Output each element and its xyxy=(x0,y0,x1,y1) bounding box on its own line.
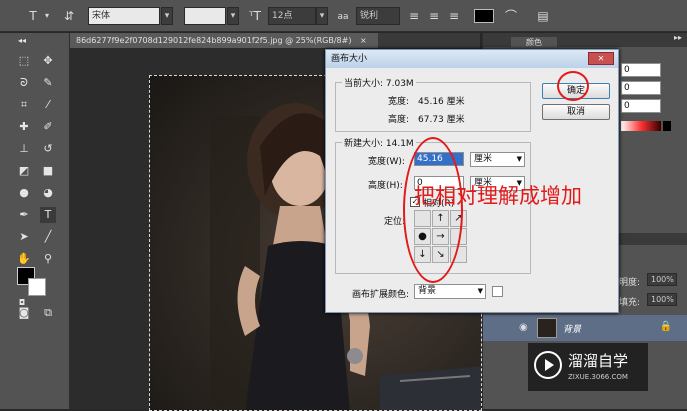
brush-tool-icon[interactable]: ✐ xyxy=(40,119,56,135)
ok-button-highlight-circle xyxy=(557,71,589,101)
font-family-dropdown-icon[interactable]: ▾ xyxy=(161,7,173,25)
extension-color-label: 画布扩展颜色: xyxy=(352,290,410,300)
tools-panel: ◂◂ ⬚ ✥ ᘐ ✎ ⌗ ⁄ ✚ ✐ ⊥ ↺ ◩ ■ ● ◕ ✒ T ➤ ╱ ✋… xyxy=(0,33,70,409)
layer-row-background[interactable]: ◉ 背景 🔒 xyxy=(483,315,687,341)
quick-mask-icon[interactable]: ◙ xyxy=(16,305,32,321)
text-color-swatch[interactable] xyxy=(474,9,494,23)
layer-lock-icon: 🔒 xyxy=(659,321,672,332)
history-brush-tool-icon[interactable]: ↺ xyxy=(40,141,56,157)
extension-color-swatch[interactable] xyxy=(492,286,503,297)
horizontal-type-tool-icon[interactable]: T xyxy=(40,207,56,223)
color-value-r[interactable]: 0 xyxy=(621,63,661,77)
watermark-logo-icon xyxy=(534,351,562,379)
opacity-label: 明度: xyxy=(619,278,641,288)
zoom-tool-icon[interactable]: ⚲ xyxy=(40,251,56,267)
collapse-toolbar-icon[interactable]: ◂◂ xyxy=(14,33,30,49)
anti-alias-icon: aa xyxy=(337,12,349,22)
tool-preset-arrow-icon[interactable]: ▾ xyxy=(42,9,52,23)
orientation-toggle-icon[interactable]: ⇵ xyxy=(62,9,76,23)
screen-mode-icon[interactable]: ⧉ xyxy=(40,305,56,321)
document-tab-title: 86d6277f9e2f0708d129012fe824b899a901f2f5… xyxy=(76,36,352,45)
eyedropper-tool-icon[interactable]: ⁄ xyxy=(40,97,56,113)
extension-color-select[interactable]: 背景 ▼ xyxy=(414,284,486,299)
height-label: 高度(H): xyxy=(368,181,403,191)
background-color-swatch[interactable] xyxy=(28,278,46,296)
layer-visibility-icon[interactable]: ◉ xyxy=(519,322,528,333)
color-value-g[interactable]: 0 xyxy=(621,81,661,95)
blur-tool-icon[interactable]: ● xyxy=(16,185,32,201)
current-width-value: 45.16 厘米 xyxy=(418,97,465,107)
dialog-close-button[interactable]: ✕ xyxy=(588,52,614,65)
quick-select-tool-icon[interactable]: ✎ xyxy=(40,75,56,91)
crop-tool-icon[interactable]: ⌗ xyxy=(16,97,32,113)
align-center-icon[interactable]: ≡ xyxy=(428,9,440,23)
watermark-url: ZIXUE.3066.COM xyxy=(568,373,628,381)
opacity-field[interactable]: 100% xyxy=(647,273,677,286)
collapse-panels-icon[interactable]: ▸▸ xyxy=(674,33,682,42)
font-family-select[interactable]: 宋体 xyxy=(88,7,160,25)
healing-brush-tool-icon[interactable]: ✚ xyxy=(16,119,32,135)
dialog-title: 画布大小 xyxy=(331,54,368,64)
move-tool-icon[interactable]: ✥ xyxy=(40,53,56,69)
fill-field[interactable]: 100% xyxy=(647,293,677,306)
current-width-label: 宽度: xyxy=(388,97,410,107)
dialog-title-bar: 画布大小 ✕ xyxy=(326,50,618,68)
layer-name: 背景 xyxy=(563,325,582,335)
align-left-icon[interactable]: ≡ xyxy=(408,9,420,23)
font-style-dropdown-icon[interactable]: ▾ xyxy=(227,7,239,25)
character-panel-icon[interactable]: ▤ xyxy=(536,9,550,23)
type-tool-icon[interactable]: T xyxy=(26,9,40,23)
fill-label: 填充: xyxy=(619,298,641,308)
pen-tool-icon[interactable]: ✒ xyxy=(16,207,32,223)
document-tab[interactable]: 86d6277f9e2f0708d129012fe824b899a901f2f5… xyxy=(70,33,378,48)
font-style-select[interactable] xyxy=(184,7,226,25)
color-value-b[interactable]: 0 xyxy=(621,99,661,113)
anti-alias-select[interactable]: 锐利 xyxy=(356,7,400,25)
current-height-value: 67.73 厘米 xyxy=(418,115,465,125)
color-ramp-black[interactable] xyxy=(663,121,671,131)
width-unit-select[interactable]: 厘米 ▼ xyxy=(470,152,525,167)
cancel-button[interactable]: 取消 xyxy=(542,104,610,120)
annotation-text: 把相对理解成增加 xyxy=(414,184,582,208)
color-panel-tab[interactable]: 颜色 xyxy=(511,37,557,49)
eraser-tool-icon[interactable]: ◩ xyxy=(16,163,32,179)
document-tab-strip: 86d6277f9e2f0708d129012fe824b899a901f2f5… xyxy=(70,33,480,48)
width-label: 宽度(W): xyxy=(368,157,405,167)
align-right-icon[interactable]: ≡ xyxy=(448,9,460,23)
hand-tool-icon[interactable]: ✋ xyxy=(16,251,32,267)
lasso-tool-icon[interactable]: ᘐ xyxy=(16,75,32,91)
options-bar: T ▾ ⇵ 宋体 ▾ ▾ ᵀT 12点 ▾ aa 锐利 ≡ ≡ ≡ ⌒ ▤ xyxy=(0,0,687,32)
font-size-dropdown-icon[interactable]: ▾ xyxy=(316,7,328,25)
document-tab-close-icon[interactable]: × xyxy=(360,36,367,45)
current-height-label: 高度: xyxy=(388,115,410,125)
color-ramp[interactable] xyxy=(621,121,661,131)
layer-thumbnail xyxy=(537,318,557,338)
font-size-icon: ᵀT xyxy=(249,9,261,23)
new-size-label: 新建大小: 14.1M xyxy=(342,136,416,149)
line-tool-icon[interactable]: ╱ xyxy=(40,229,56,245)
dodge-tool-icon[interactable]: ◕ xyxy=(40,185,56,201)
path-selection-tool-icon[interactable]: ➤ xyxy=(16,229,32,245)
watermark: 溜溜自学 ZIXUE.3066.COM xyxy=(528,343,648,391)
clone-stamp-tool-icon[interactable]: ⊥ xyxy=(16,141,32,157)
font-size-select[interactable]: 12点 xyxy=(268,7,316,25)
current-size-label: 当前大小: 7.03M xyxy=(342,76,416,89)
watermark-brand: 溜溜自学 xyxy=(568,352,629,370)
gradient-tool-icon[interactable]: ■ xyxy=(40,163,56,179)
anchor-label: 定位: xyxy=(384,217,406,227)
marquee-tool-icon[interactable]: ⬚ xyxy=(16,53,32,69)
warp-text-icon[interactable]: ⌒ xyxy=(504,9,518,23)
relative-options-highlight-ellipse xyxy=(403,137,463,283)
